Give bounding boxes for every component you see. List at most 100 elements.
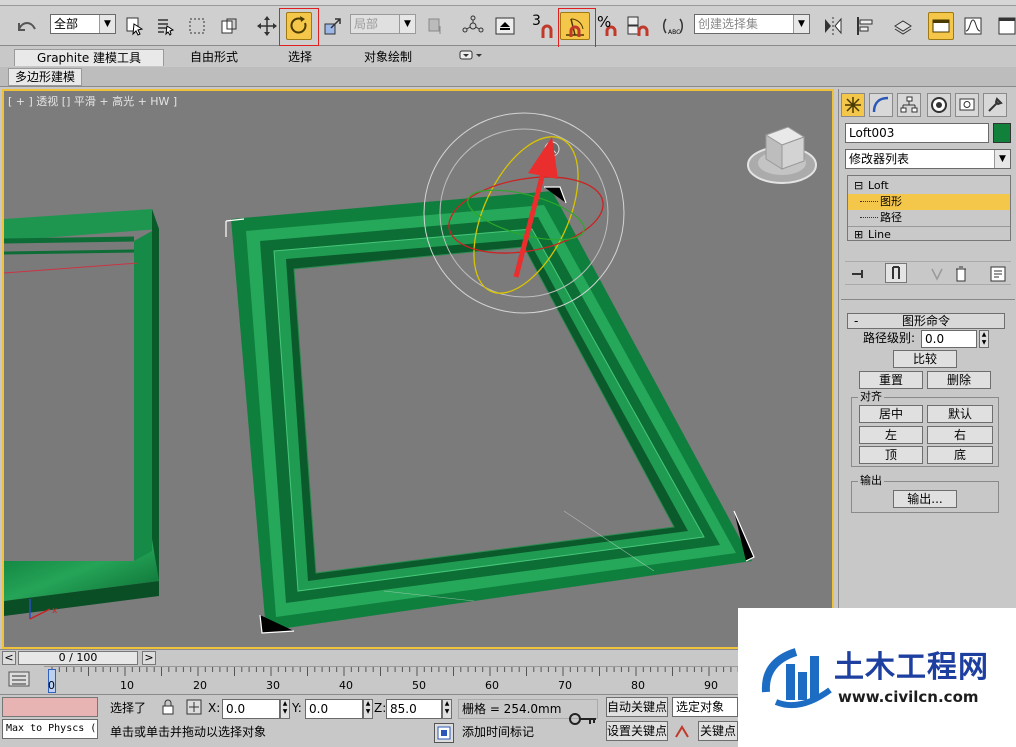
named-selection-select[interactable]: 创建选择集 ▼ [694, 14, 810, 34]
align-icon[interactable] [852, 12, 878, 40]
align-center-button[interactable]: 居中 [859, 405, 923, 423]
key-filter-select[interactable]: 选定对象 [672, 697, 738, 717]
spinner-snap-icon[interactable] [624, 12, 650, 40]
manipulate-icon[interactable] [460, 12, 486, 40]
make-unique-icon[interactable] [929, 266, 945, 282]
tab-object-paint[interactable]: 对象绘制 [344, 49, 432, 66]
edit-named-sets-icon[interactable]: ABC [660, 12, 686, 40]
remove-modifier-icon[interactable] [953, 265, 969, 283]
modifier-stack[interactable]: ⊟ Loft 图形 路径 ⊞ Line [847, 175, 1011, 241]
key-tangent-icon[interactable] [674, 723, 694, 741]
graphite-toggle-icon[interactable] [928, 12, 954, 40]
selection-status: 选择了 [110, 701, 147, 715]
y-coord-input[interactable]: 0.0 [305, 699, 363, 719]
x-spinner[interactable]: ▲ ▼ [280, 699, 290, 719]
rollout-shape-commands-header[interactable]: - 图形命令 [847, 313, 1005, 329]
track-ruler[interactable]: 0 10 20 30 40 50 60 70 80 90 [44, 666, 738, 694]
mirror-icon[interactable] [820, 12, 846, 40]
delete-button[interactable]: 删除 [927, 371, 991, 389]
show-end-result-icon[interactable] [885, 263, 907, 283]
curve-editor-icon[interactable] [960, 12, 986, 40]
track-bar[interactable]: 0 10 20 30 40 50 60 70 80 90 [0, 666, 738, 694]
align-top-button[interactable]: 顶 [859, 446, 923, 464]
align-bottom-button[interactable]: 底 [927, 446, 993, 464]
key-icon[interactable] [568, 709, 598, 729]
z-label: Z: [374, 701, 387, 715]
perspective-viewport[interactable]: [ + ] 透视 [] 平滑 + 高光 + HW ] x [2, 89, 834, 649]
expand-icon[interactable]: ⊞ [854, 227, 863, 243]
svg-text:x: x [52, 606, 58, 616]
object-color-swatch[interactable] [993, 123, 1011, 143]
tab-graphite-modeling[interactable]: Graphite 建模工具 [14, 49, 164, 66]
x-coord-input[interactable]: 0.0 [222, 699, 280, 719]
select-by-name-icon[interactable] [152, 12, 178, 40]
time-slider[interactable]: < 0 / 100 > [0, 649, 738, 665]
mini-curve-editor-icon[interactable] [8, 670, 32, 690]
reset-button[interactable]: 重置 [859, 371, 923, 389]
align-default-button[interactable]: 默认 [927, 405, 993, 423]
output-button[interactable]: 输出... [893, 490, 957, 508]
selection-filter-select[interactable]: 全部 ▼ [50, 14, 116, 34]
rollout-collapse-icon[interactable]: - [854, 314, 858, 328]
maxscript-listener-pink[interactable] [2, 697, 98, 717]
tab-create[interactable] [841, 93, 865, 117]
path-level-spinner[interactable]: ▲ ▼ [979, 330, 989, 348]
pivot-icon[interactable] [422, 12, 448, 40]
absolute-mode-icon[interactable] [186, 699, 202, 715]
object-name-input[interactable]: Loft003 [845, 123, 989, 143]
percent-snap-icon[interactable]: % [594, 12, 620, 40]
selection-filter-value: 全部 [54, 17, 79, 31]
prev-frame-button[interactable]: < [2, 651, 16, 665]
select-object-icon[interactable] [122, 12, 148, 40]
tab-motion[interactable] [927, 93, 951, 117]
tab-utilities[interactable] [983, 93, 1007, 117]
undo-icon[interactable] [14, 12, 40, 40]
svg-text:ABC: ABC [668, 29, 680, 36]
keyboard-shortcut-icon[interactable] [492, 12, 518, 40]
y-spinner[interactable]: ▲ ▼ [363, 699, 373, 719]
tab-polygon-modeling[interactable]: 多边形建模 [8, 68, 83, 86]
align-right-button[interactable]: 右 [927, 426, 993, 444]
set-key-button[interactable]: 设置关键点 [606, 721, 668, 741]
schematic-view-icon[interactable] [994, 12, 1016, 40]
add-time-tag[interactable]: 添加时间标记 [462, 723, 534, 741]
x-label: X: [208, 701, 221, 715]
collapse-icon[interactable]: ⊟ [854, 178, 863, 194]
tab-freeform[interactable]: 自由形式 [172, 49, 256, 66]
z-spinner[interactable]: ▲ ▼ [442, 699, 452, 719]
tab-modify[interactable] [869, 93, 893, 117]
stack-item-shape[interactable]: 图形 [848, 194, 1010, 210]
configure-modifier-sets-icon[interactable] [989, 265, 1007, 283]
tick-label: 10 [120, 679, 134, 692]
time-slider-thumb[interactable]: 0 / 100 [18, 651, 138, 665]
tick-label: 80 [631, 679, 645, 692]
align-left-button[interactable]: 左 [859, 426, 923, 444]
tab-selection[interactable]: 选择 [268, 49, 332, 66]
compare-button[interactable]: 比较 [893, 350, 957, 368]
modifier-list-select[interactable]: 修改器列表 ▼ [845, 149, 1011, 169]
auto-key-button[interactable]: 自动关键点 [606, 697, 668, 717]
reference-coord-select[interactable]: 局部 ▼ [350, 14, 416, 34]
key-filters-button[interactable]: 关键点 [698, 721, 738, 741]
stack-item-path[interactable]: 路径 [848, 210, 1010, 226]
path-level-input[interactable]: 0.0 [921, 330, 977, 348]
window-crossing-icon[interactable] [216, 12, 242, 40]
pin-stack-icon[interactable] [851, 266, 867, 282]
tab-hierarchy[interactable] [897, 93, 921, 117]
move-icon[interactable] [254, 12, 280, 40]
ribbon-options-icon[interactable] [456, 49, 486, 66]
layer-manager-icon[interactable] [890, 12, 916, 40]
scale-icon[interactable] [320, 12, 346, 40]
isolate-selection-icon[interactable] [434, 723, 454, 743]
rectangle-selection-icon[interactable] [184, 12, 210, 40]
maxscript-input[interactable]: Max to Physcs ( [2, 719, 98, 739]
lock-icon[interactable] [160, 699, 176, 715]
chevron-down-icon: ▼ [99, 15, 115, 33]
stack-item-loft[interactable]: ⊟ Loft [848, 178, 1010, 194]
z-coord-input[interactable]: 85.0 [386, 699, 442, 719]
tab-display[interactable] [955, 93, 979, 117]
stack-item-line[interactable]: ⊞ Line [848, 226, 1010, 242]
modifier-list-value: 修改器列表 [849, 152, 910, 166]
viewport-scene: x [4, 112, 817, 634]
next-frame-button[interactable]: > [142, 651, 156, 665]
